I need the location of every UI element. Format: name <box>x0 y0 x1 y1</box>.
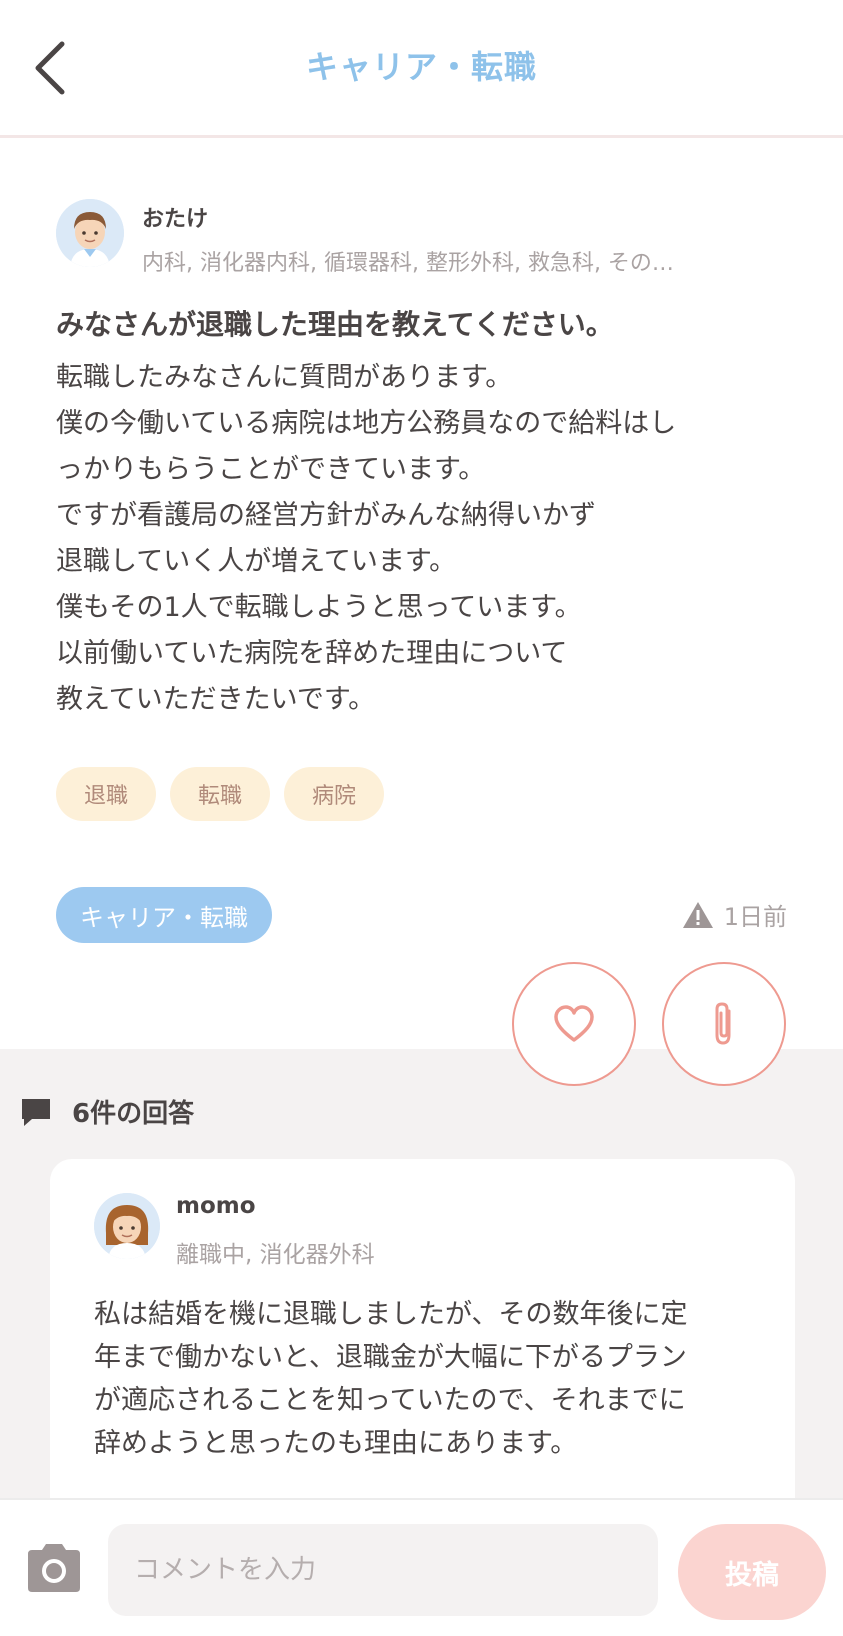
question-post: おたけ 内科, 消化器内科, 循環器科, 整形外科, 救急科, その… みなさん… <box>0 141 843 1049</box>
time-text: 1日前 <box>723 903 787 931</box>
answers-count: 6件の回答 <box>72 1099 195 1129</box>
female-avatar-icon <box>94 1193 160 1259</box>
answers-header: 6件の回答 <box>20 1093 194 1130</box>
tag-chip[interactable]: 転職 <box>170 767 271 821</box>
post-body: 転職したみなさんに質問があります。 僕の今働いている病院は地方公務員なので給料は… <box>56 362 677 715</box>
answers-section: 6件の回答 momo 離職中, 消化器外科 私は結婚を機に退職しましたが、その数… <box>0 1049 843 1498</box>
tag-list: 退職 転職 病院 <box>56 767 385 821</box>
male-avatar-icon <box>56 199 124 267</box>
avatar <box>94 1193 160 1259</box>
answer-author-name: momo <box>176 1193 256 1219</box>
page-title: キャリア・転職 <box>305 48 537 86</box>
comment-icon <box>22 1098 50 1126</box>
heart-icon <box>554 1005 594 1042</box>
answer-card[interactable]: momo 離職中, 消化器外科 私は結婚を機に退職しましたが、その数年後に定 年… <box>50 1159 795 1498</box>
post-timestamp: 1日前 <box>682 897 787 932</box>
tag-chip[interactable]: 病院 <box>284 767 385 821</box>
answer-author[interactable]: momo 離職中, 消化器外科 <box>94 1193 375 1269</box>
author-name: おたけ <box>142 207 209 232</box>
paperclip-icon <box>715 1002 731 1045</box>
app-header: キャリア・転職 <box>0 0 843 138</box>
warning-icon[interactable] <box>682 901 714 929</box>
submit-button[interactable]: 投稿 <box>678 1524 826 1620</box>
tag-chip[interactable]: 退職 <box>56 767 157 821</box>
post-author[interactable]: おたけ 内科, 消化器内科, 循環器科, 整形外科, 救急科, その… <box>56 199 674 277</box>
category-badge[interactable]: キャリア・転職 <box>56 887 272 943</box>
camera-icon <box>28 1544 80 1592</box>
answer-author-meta: 離職中, 消化器外科 <box>176 1242 375 1268</box>
camera-button[interactable] <box>22 1536 86 1600</box>
comment-input[interactable] <box>108 1524 658 1616</box>
answer-body: 私は結婚を機に退職しましたが、その数年後に定 年まで働かないと、退職金が大幅に下… <box>94 1299 688 1459</box>
author-specialties: 内科, 消化器内科, 循環器科, 整形外科, 救急科, その… <box>142 251 674 276</box>
post-title: みなさんが退職した理由を教えてください。 <box>56 308 614 341</box>
comment-bar: 投稿 <box>0 1498 843 1636</box>
like-button[interactable] <box>512 962 636 1086</box>
avatar <box>56 199 124 267</box>
clip-button[interactable] <box>662 962 786 1086</box>
